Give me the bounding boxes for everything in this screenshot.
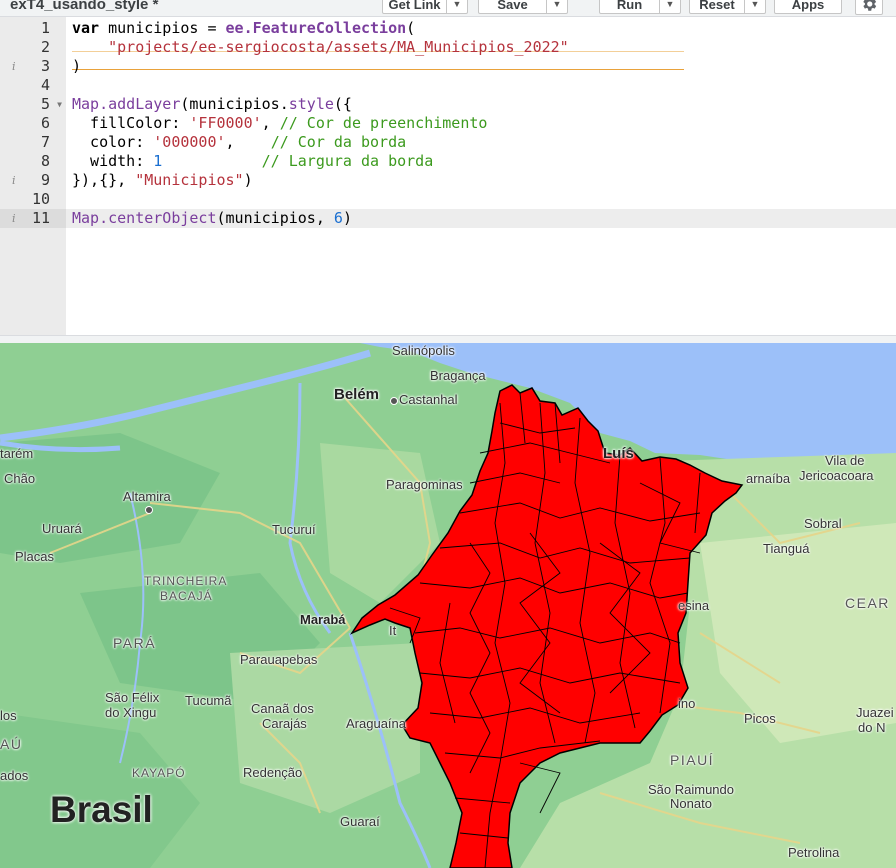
map-label: esina bbox=[678, 598, 710, 613]
map-label: KAYAPÓ bbox=[132, 766, 186, 780]
map-label: AÚ bbox=[0, 736, 23, 752]
map-label: It bbox=[389, 623, 397, 638]
get-link-button[interactable]: Get Link ▼ bbox=[382, 0, 468, 14]
line-number: 7 bbox=[40, 133, 50, 151]
chevron-down-icon[interactable]: ▼ bbox=[744, 0, 765, 13]
map-label: los bbox=[0, 708, 17, 723]
map-label: Sobral bbox=[804, 516, 842, 531]
map-label: Petrolina bbox=[788, 845, 840, 860]
map-label: Nonato bbox=[670, 796, 712, 811]
code-line-1: var municipios = ee.FeatureCollection( bbox=[72, 19, 416, 37]
chevron-down-icon[interactable]: ▼ bbox=[446, 0, 467, 13]
code-line-5: Map.addLayer(municipios.style({ bbox=[72, 95, 352, 113]
line-number-gutter: 1 2 i3 4 5 ▼ 6 7 8 i9 10 i 11 bbox=[0, 17, 66, 335]
map-label: Tucumã bbox=[185, 693, 232, 708]
line-number: 10 bbox=[31, 190, 50, 208]
map-label: Tianguá bbox=[763, 541, 810, 556]
map-label: do N bbox=[858, 720, 886, 735]
map-label: Araguaína bbox=[346, 716, 406, 731]
map-label: Tucuruí bbox=[272, 522, 316, 537]
map-label: Picos bbox=[744, 711, 776, 726]
line-number: 1 bbox=[40, 19, 50, 37]
apps-label: Apps bbox=[791, 0, 825, 12]
map-label: Uruará bbox=[42, 521, 82, 536]
code-line-9: }),{}, "Municipios") bbox=[72, 171, 253, 189]
line-number: i9 bbox=[12, 171, 50, 189]
map-label: tarém bbox=[0, 446, 34, 461]
line-number: i3 bbox=[12, 57, 50, 75]
run-label: Run bbox=[616, 0, 643, 12]
apps-button[interactable]: Apps bbox=[774, 0, 842, 14]
map-label: Paragominas bbox=[386, 477, 463, 492]
code-line-8: width: 1 // Largura da borda bbox=[72, 152, 434, 170]
map-label: Juazei bbox=[856, 705, 894, 720]
info-icon[interactable]: i bbox=[12, 212, 16, 225]
map-label: Canaã dos bbox=[251, 701, 314, 716]
map-label: CEAR bbox=[845, 595, 890, 611]
map-label: Vila de bbox=[825, 453, 865, 468]
code-line-3: ) bbox=[72, 57, 82, 75]
map-label: TRINCHEIRA bbox=[144, 574, 228, 588]
fold-arrow-icon[interactable]: ▼ bbox=[57, 100, 62, 109]
map-label: Marabá bbox=[300, 612, 346, 627]
map-label: São Raimundo bbox=[648, 782, 734, 797]
line-number: 4 bbox=[40, 76, 50, 94]
map-label: ino bbox=[678, 696, 696, 711]
reset-button[interactable]: Reset ▼ bbox=[689, 0, 766, 14]
map-label: Carajás bbox=[262, 716, 307, 731]
map-label: Jericoacoara bbox=[799, 468, 874, 483]
settings-button[interactable] bbox=[855, 0, 883, 15]
map-label: Castanhal bbox=[399, 392, 458, 407]
line-number: i 11 bbox=[0, 209, 66, 228]
city-dot-icon bbox=[390, 397, 398, 405]
city-dot-icon bbox=[145, 506, 153, 514]
line-number: 5 ▼ bbox=[40, 95, 62, 113]
code-area[interactable]: var municipios = ee.FeatureCollection( "… bbox=[66, 17, 896, 335]
chevron-down-icon[interactable]: ▼ bbox=[659, 0, 680, 13]
save-label: Save bbox=[497, 0, 528, 12]
code-line-7: color: '000000', // Cor da borda bbox=[72, 133, 407, 151]
map-view[interactable]: Salinópolis Bragança Belém Castanhal tar… bbox=[0, 343, 896, 868]
save-button[interactable]: Save ▼ bbox=[478, 0, 568, 14]
map-label: Parauapebas bbox=[240, 652, 318, 667]
map-label: PARÁ bbox=[113, 635, 157, 651]
map-label: Redenção bbox=[243, 765, 303, 780]
map-label: Salinópolis bbox=[392, 343, 455, 358]
map-label: Altamira bbox=[123, 489, 171, 504]
map-label: Brasil bbox=[50, 789, 153, 830]
run-button[interactable]: Run ▼ bbox=[599, 0, 681, 14]
map-label: PIAUÍ bbox=[670, 752, 715, 768]
chevron-down-icon[interactable]: ▼ bbox=[546, 0, 567, 13]
line-number: 2 bbox=[40, 38, 50, 56]
map-label: Belém bbox=[334, 386, 380, 403]
reset-label: Reset bbox=[699, 0, 735, 12]
map-label: BACAJÁ bbox=[160, 589, 213, 603]
gear-icon bbox=[863, 0, 877, 11]
get-link-label: Get Link bbox=[388, 0, 441, 12]
map-label: São Félix bbox=[105, 690, 160, 705]
line-number: 6 bbox=[40, 114, 50, 132]
map-label: Chão bbox=[4, 471, 36, 486]
map-label: arnaíba bbox=[746, 471, 791, 486]
info-icon[interactable]: i bbox=[12, 174, 16, 187]
code-line-6: fillColor: 'FF0000', // Cor de preenchim… bbox=[72, 114, 488, 132]
map-label: Luís bbox=[603, 445, 634, 462]
code-editor[interactable]: 1 2 i3 4 5 ▼ 6 7 8 i9 10 i 11 var municipi… bbox=[0, 17, 896, 335]
map-label: Placas bbox=[15, 549, 55, 564]
script-title[interactable]: exT4_usando_style * bbox=[10, 0, 158, 13]
map-label: ados bbox=[0, 768, 29, 783]
toolbar: exT4_usando_style * Get Link ▼ Save ▼ Ru… bbox=[0, 0, 896, 17]
map-label: do Xingu bbox=[105, 705, 157, 720]
code-line-2: "projects/ee-sergiocosta/assets/MA_Munic… bbox=[108, 38, 569, 56]
info-icon[interactable]: i bbox=[12, 60, 16, 73]
code-line-11: Map.centerObject(municipios, 6) bbox=[72, 209, 352, 227]
line-number: 8 bbox=[40, 152, 50, 170]
map-label: Bragança bbox=[430, 368, 486, 383]
map-label: Guaraí bbox=[340, 814, 380, 829]
